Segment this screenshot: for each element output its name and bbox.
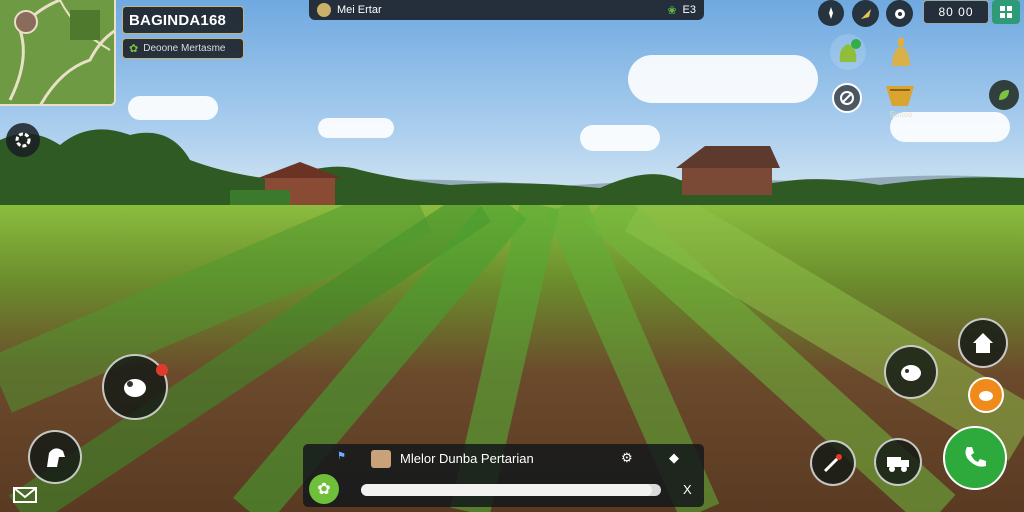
avatar	[371, 450, 391, 468]
money-display: 80 00	[923, 0, 989, 24]
money-value: 80 00	[938, 5, 974, 19]
task-progress-bar	[361, 484, 661, 496]
seed-bag-icon[interactable]	[830, 34, 866, 70]
top-bar-label: Mei Ertar	[337, 4, 382, 16]
truck-icon[interactable]	[874, 438, 922, 486]
horse-icon[interactable]	[28, 430, 82, 484]
task-progress-fill	[361, 484, 652, 496]
menu-icon[interactable]	[992, 0, 1020, 24]
minimap[interactable]	[0, 0, 116, 106]
close-icon[interactable]: X	[683, 482, 692, 497]
flag-icon: ⚑	[337, 451, 346, 462]
settings-icon[interactable]	[6, 123, 40, 157]
subtitle-badge[interactable]: ✿ Deoone Mertasme	[122, 38, 244, 59]
game-title-badge: BAGINDA168	[122, 6, 244, 34]
fertilizer-bottle-icon[interactable]	[888, 36, 914, 68]
leaf-icon: ✿	[129, 43, 139, 55]
mail-icon[interactable]	[12, 484, 38, 506]
top-bar-right-text: E3	[682, 4, 696, 16]
minimap-map	[0, 0, 114, 104]
chat-icon[interactable]	[886, 0, 913, 27]
harvest-basket-icon[interactable]	[884, 80, 916, 110]
quest-icon	[317, 3, 331, 17]
cloud	[128, 96, 218, 120]
gear-icon[interactable]: ⚙	[621, 450, 633, 466]
compass-icon[interactable]	[818, 0, 844, 26]
info-icon[interactable]: ◆	[669, 450, 679, 466]
cow-icon[interactable]	[884, 345, 938, 399]
game-scene	[0, 0, 1024, 512]
food-icon[interactable]	[968, 377, 1004, 413]
plant-tool-icon[interactable]	[810, 440, 856, 486]
leaf-icon: ❀	[667, 4, 677, 17]
leaf-icon: ✿	[309, 474, 339, 504]
target-icon[interactable]	[832, 83, 862, 113]
top-status-bar: Mei Ertar ❀ E3	[309, 0, 704, 20]
notification-badge	[156, 364, 168, 376]
subtitle-text: Deoone Mertasme	[143, 43, 226, 54]
house-icon[interactable]	[958, 318, 1008, 368]
task-panel: ⚑ Mlelor Dunba Pertarian ⚙ ◆ ✿ X	[303, 444, 704, 507]
treeline	[0, 129, 1024, 215]
task-title: Mlelor Dunba Pertarian	[400, 451, 534, 466]
cloud	[628, 55, 818, 103]
harvest-label: Suoos	[889, 110, 913, 119]
leaf-settings-icon[interactable]	[989, 80, 1019, 110]
horn-icon[interactable]	[852, 0, 879, 27]
phone-icon[interactable]	[943, 426, 1007, 490]
game-title: BAGINDA168	[129, 11, 227, 29]
